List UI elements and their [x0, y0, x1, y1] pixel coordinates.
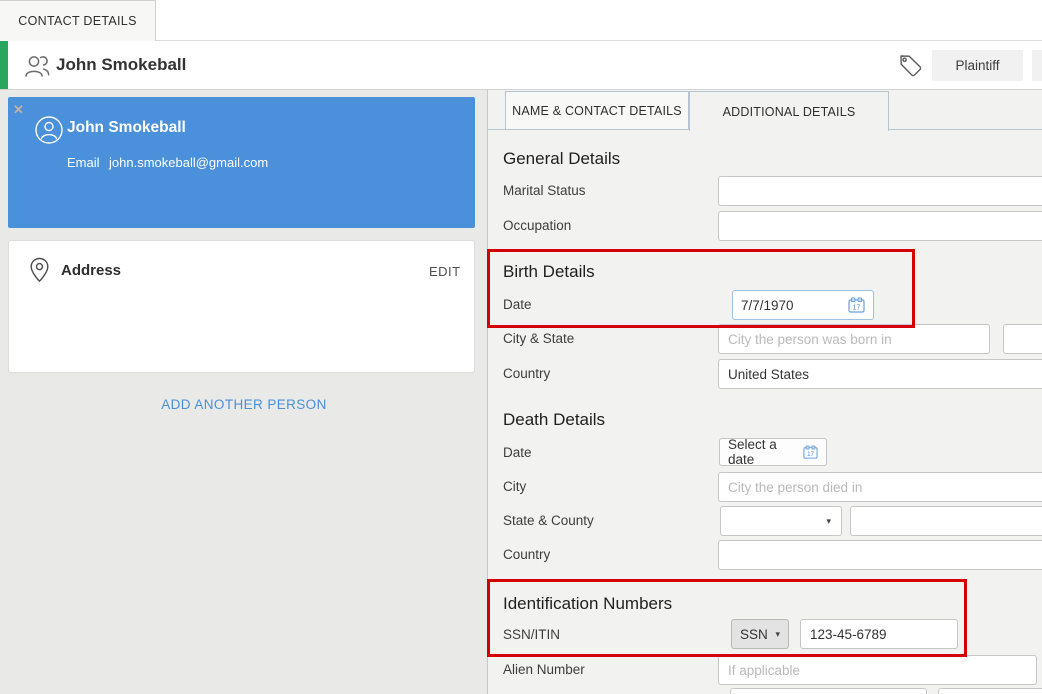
calendar-day-number: 17: [853, 305, 861, 312]
role-button[interactable]: Plaintiff: [932, 50, 1023, 81]
tab-name-contact-details-label: NAME & CONTACT DETAILS: [512, 104, 682, 118]
birth-date-value: 7/7/1970: [741, 298, 794, 313]
close-icon[interactable]: ✕: [13, 102, 24, 118]
death-country-label: Country: [503, 547, 550, 562]
address-edit-button[interactable]: EDIT: [429, 264, 461, 279]
ssn-input[interactable]: [800, 619, 958, 649]
ssn-type-value: SSN: [740, 627, 768, 642]
partial-input[interactable]: [730, 688, 927, 694]
death-county-input[interactable]: [850, 506, 1042, 536]
person-card-email-value: john.smokeball@gmail.com: [109, 155, 268, 170]
general-details-title: General Details: [503, 149, 620, 169]
address-card-title: Address: [61, 262, 121, 279]
add-another-person-link[interactable]: ADD ANOTHER PERSON: [0, 397, 488, 412]
document-tab-contact-details[interactable]: CONTACT DETAILS: [0, 0, 156, 41]
birth-country-input[interactable]: [718, 359, 1042, 389]
birth-date-input[interactable]: 7/7/1970 17: [732, 290, 874, 320]
ssn-itin-label: SSN/ITIN: [503, 627, 560, 642]
secondary-role-button[interactable]: [1032, 50, 1042, 81]
death-date-label: Date: [503, 445, 532, 460]
contact-details-window: CONTACT DETAILS John Smokeball Plaintiff: [0, 0, 1042, 694]
calendar-day-number: 17: [807, 451, 814, 458]
birth-state-input[interactable]: [1003, 324, 1042, 354]
death-state-dropdown[interactable]: ▾: [720, 506, 842, 536]
chevron-down-icon: ▾: [826, 517, 831, 526]
marital-status-label: Marital Status: [503, 183, 586, 198]
tag-icon[interactable]: [897, 52, 924, 79]
people-icon: [22, 53, 52, 79]
document-tab-label: CONTACT DETAILS: [18, 14, 136, 28]
death-city-label: City: [503, 479, 526, 494]
birth-date-label: Date: [503, 297, 532, 312]
tab-name-contact-details[interactable]: NAME & CONTACT DETAILS: [505, 91, 689, 129]
birth-details-title: Birth Details: [503, 262, 595, 282]
people-sidebar: ✕ John Smokeball Email john.smokeball@gm…: [0, 90, 488, 694]
person-card[interactable]: ✕ John Smokeball Email john.smokeball@gm…: [8, 97, 475, 228]
role-button-label: Plaintiff: [955, 58, 999, 73]
death-city-input[interactable]: [718, 472, 1042, 502]
person-card-name: John Smokeball: [67, 119, 186, 137]
identification-numbers-title: Identification Numbers: [503, 594, 672, 614]
ssn-type-dropdown[interactable]: SSN ▾: [731, 619, 789, 649]
address-card: Address EDIT: [8, 240, 475, 373]
occupation-input[interactable]: [718, 211, 1042, 241]
contact-accent-bar: [0, 41, 8, 89]
death-state-county-label: State & County: [503, 513, 594, 528]
death-details-title: Death Details: [503, 410, 605, 430]
contact-header: John Smokeball Plaintiff: [0, 41, 1042, 90]
death-country-input[interactable]: [718, 540, 1042, 570]
birth-city-state-label: City & State: [503, 331, 574, 346]
person-card-email-label: Email: [67, 155, 100, 170]
birth-country-label: Country: [503, 366, 550, 381]
occupation-label: Occupation: [503, 218, 571, 233]
contact-name-title: John Smokeball: [56, 55, 186, 75]
birth-city-input[interactable]: [718, 324, 990, 354]
tab-additional-details[interactable]: ADDITIONAL DETAILS: [689, 91, 889, 131]
marital-status-input[interactable]: [718, 176, 1042, 206]
person-avatar-icon: [34, 115, 64, 145]
partial-input[interactable]: [938, 688, 1042, 694]
alien-number-label: Alien Number: [503, 662, 585, 677]
chevron-down-icon: ▾: [775, 630, 780, 639]
death-date-picker[interactable]: Select a date 17: [719, 438, 827, 466]
calendar-icon[interactable]: 17: [803, 445, 818, 459]
calendar-icon[interactable]: 17: [848, 297, 865, 313]
location-pin-icon: [29, 257, 50, 284]
alien-number-input[interactable]: [718, 655, 1037, 685]
tab-additional-details-label: ADDITIONAL DETAILS: [723, 105, 856, 119]
death-date-placeholder: Select a date: [728, 437, 803, 467]
